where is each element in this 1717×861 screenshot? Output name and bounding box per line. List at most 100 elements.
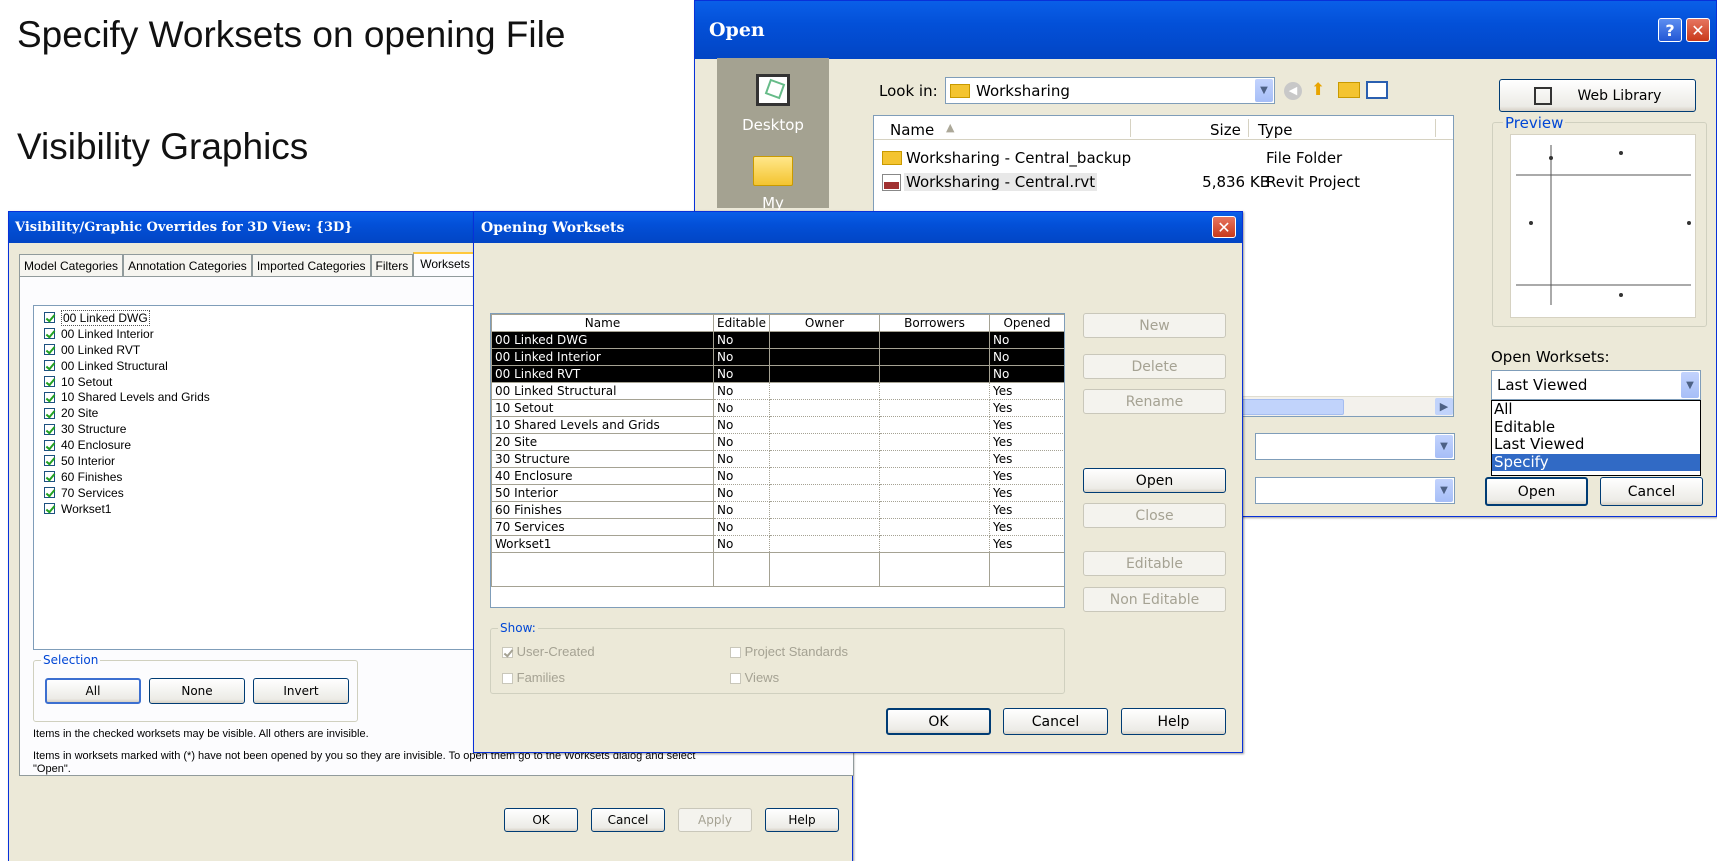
show-views[interactable]: Views	[730, 670, 779, 685]
cancel-button[interactable]: Cancel	[1600, 477, 1703, 506]
option-all[interactable]: All	[1492, 400, 1700, 419]
workset-opened-cell[interactable]: Yes	[989, 450, 1064, 468]
workset-row[interactable]: 30 Structure No Yes	[491, 450, 1064, 468]
tab-imported-categories[interactable]: Imported Categories	[251, 254, 371, 276]
workset-opened-cell[interactable]: Yes	[989, 501, 1064, 519]
workset-checkbox[interactable]	[44, 391, 55, 403]
workset-opened-cell[interactable]: Yes	[989, 518, 1064, 536]
option-editable[interactable]: Editable	[1492, 418, 1700, 437]
user-created-checkbox[interactable]	[502, 647, 513, 659]
project-standards-checkbox[interactable]	[730, 647, 741, 659]
close-icon[interactable]: ✕	[1212, 216, 1236, 238]
chevron-down-icon[interactable]: ▼	[1435, 479, 1453, 502]
file-type-combo[interactable]: ▼	[1255, 477, 1455, 504]
open-button[interactable]: Open	[1485, 477, 1588, 506]
workset-opened-cell[interactable]: No	[989, 348, 1064, 366]
column-header[interactable]: Editable	[713, 314, 770, 332]
delete-button[interactable]: Delete	[1083, 354, 1226, 379]
new-folder-icon[interactable]	[1338, 82, 1360, 98]
workset-checkbox[interactable]	[44, 471, 55, 483]
place-desktop[interactable]: Desktop	[717, 68, 829, 138]
show-families[interactable]: Families	[502, 670, 565, 685]
views-menu-icon[interactable]	[1366, 81, 1388, 99]
workset-opened-cell[interactable]: Yes	[989, 433, 1064, 451]
workset-checkbox[interactable]	[44, 407, 55, 419]
views-checkbox[interactable]	[730, 673, 741, 685]
workset-checkbox[interactable]	[44, 360, 55, 372]
workset-checkbox[interactable]	[44, 487, 55, 499]
vg-ok-button[interactable]: OK	[504, 808, 578, 832]
select-all-button[interactable]: All	[45, 678, 141, 704]
web-library-button[interactable]: Web Library	[1499, 79, 1696, 112]
column-name[interactable]: Name	[890, 121, 934, 139]
show-project-standards[interactable]: Project Standards	[730, 644, 848, 659]
editable-button[interactable]: Editable	[1083, 551, 1226, 576]
workset-opened-cell[interactable]: Yes	[989, 535, 1064, 553]
workset-checkbox[interactable]	[44, 455, 55, 467]
workset-row[interactable]: 40 Enclosure No Yes	[491, 467, 1064, 485]
file-row[interactable]: Worksharing - Central_backup File Folder	[882, 148, 1452, 170]
file-row[interactable]: Worksharing - Central.rvt 5,836 KB Revit…	[882, 172, 1452, 194]
open-workset-button[interactable]: Open	[1083, 468, 1226, 493]
vg-apply-button[interactable]: Apply	[678, 808, 752, 832]
rename-button[interactable]: Rename	[1083, 389, 1226, 414]
tab-filters[interactable]: Filters	[370, 254, 414, 276]
workset-opened-cell[interactable]: No	[989, 365, 1064, 383]
chevron-down-icon[interactable]: ▼	[1435, 435, 1453, 458]
column-size[interactable]: Size	[1210, 121, 1241, 139]
workset-row[interactable]: 20 Site No Yes	[491, 433, 1064, 451]
vg-cancel-button[interactable]: Cancel	[591, 808, 665, 832]
worksets-grid[interactable]: Name Editable Owner Borrowers Opened 00 Link…	[490, 313, 1065, 608]
workset-opened-cell[interactable]: Yes	[989, 382, 1064, 400]
workset-checkbox[interactable]	[44, 439, 55, 451]
workset-row[interactable]: 00 Linked RVT No No	[491, 365, 1064, 383]
new-button[interactable]: New	[1083, 313, 1226, 338]
workset-checkbox[interactable]	[44, 503, 55, 515]
workset-row[interactable]: Workset1 No Yes	[491, 535, 1064, 553]
open-worksets-combo[interactable]: Last Viewed ▼	[1491, 370, 1701, 400]
workset-row[interactable]: 00 Linked Structural No Yes	[491, 382, 1064, 400]
vg-help-button[interactable]: Help	[765, 808, 839, 832]
workset-checkbox[interactable]	[44, 328, 55, 340]
column-type[interactable]: Type	[1258, 121, 1292, 139]
workset-opened-cell[interactable]: No	[989, 331, 1064, 349]
workset-row[interactable]: 70 Services No Yes	[491, 518, 1064, 536]
workset-checkbox[interactable]	[44, 344, 55, 356]
tab-worksets[interactable]: Worksets	[413, 252, 478, 276]
option-specify[interactable]: Specify	[1492, 453, 1700, 471]
column-header[interactable]: Name	[491, 314, 714, 332]
workset-checkbox[interactable]	[44, 312, 55, 324]
workset-opened-cell[interactable]: Yes	[989, 416, 1064, 434]
close-workset-button[interactable]: Close	[1083, 503, 1226, 528]
workset-row[interactable]: 10 Shared Levels and Grids No Yes	[491, 416, 1064, 434]
close-icon[interactable]: ✕	[1686, 18, 1710, 42]
option-last-viewed[interactable]: Last Viewed	[1492, 435, 1700, 454]
chevron-down-icon[interactable]: ▼	[1255, 79, 1273, 102]
workset-row[interactable]: 10 Setout No Yes	[491, 399, 1064, 417]
look-in-combo[interactable]: Worksharing ▼	[945, 77, 1275, 104]
tab-model-categories[interactable]: Model Categories	[19, 254, 124, 276]
chevron-down-icon[interactable]: ▼	[1681, 372, 1699, 398]
non-editable-button[interactable]: Non Editable	[1083, 587, 1226, 612]
workset-checkbox[interactable]	[44, 423, 55, 435]
workset-row[interactable]: 60 Finishes No Yes	[491, 501, 1064, 519]
column-header[interactable]: Opened	[989, 314, 1064, 332]
show-user-created[interactable]: User-Created	[502, 644, 595, 659]
place-my-documents[interactable]: My Documents	[717, 150, 829, 210]
up-folder-icon[interactable]: ⬆	[1311, 80, 1331, 100]
workset-row[interactable]: 00 Linked DWG No No	[491, 331, 1064, 349]
select-none-button[interactable]: None	[149, 678, 245, 704]
file-name-combo[interactable]: ▼	[1255, 433, 1455, 460]
workset-opened-cell[interactable]: Yes	[989, 467, 1064, 485]
workset-opened-cell[interactable]: Yes	[989, 399, 1064, 417]
workset-checkbox[interactable]	[44, 376, 55, 387]
workset-row[interactable]: 00 Linked Interior No No	[491, 348, 1064, 366]
families-checkbox[interactable]	[502, 673, 513, 685]
ow-ok-button[interactable]: OK	[886, 708, 991, 735]
tab-annotation-categories[interactable]: Annotation Categories	[123, 254, 252, 276]
back-icon[interactable]: ◀	[1284, 82, 1302, 100]
workset-row[interactable]: 50 Interior No Yes	[491, 484, 1064, 502]
column-header[interactable]: Owner	[769, 314, 880, 332]
ow-cancel-button[interactable]: Cancel	[1003, 708, 1108, 735]
scroll-right-icon[interactable]: ▶	[1435, 398, 1453, 415]
